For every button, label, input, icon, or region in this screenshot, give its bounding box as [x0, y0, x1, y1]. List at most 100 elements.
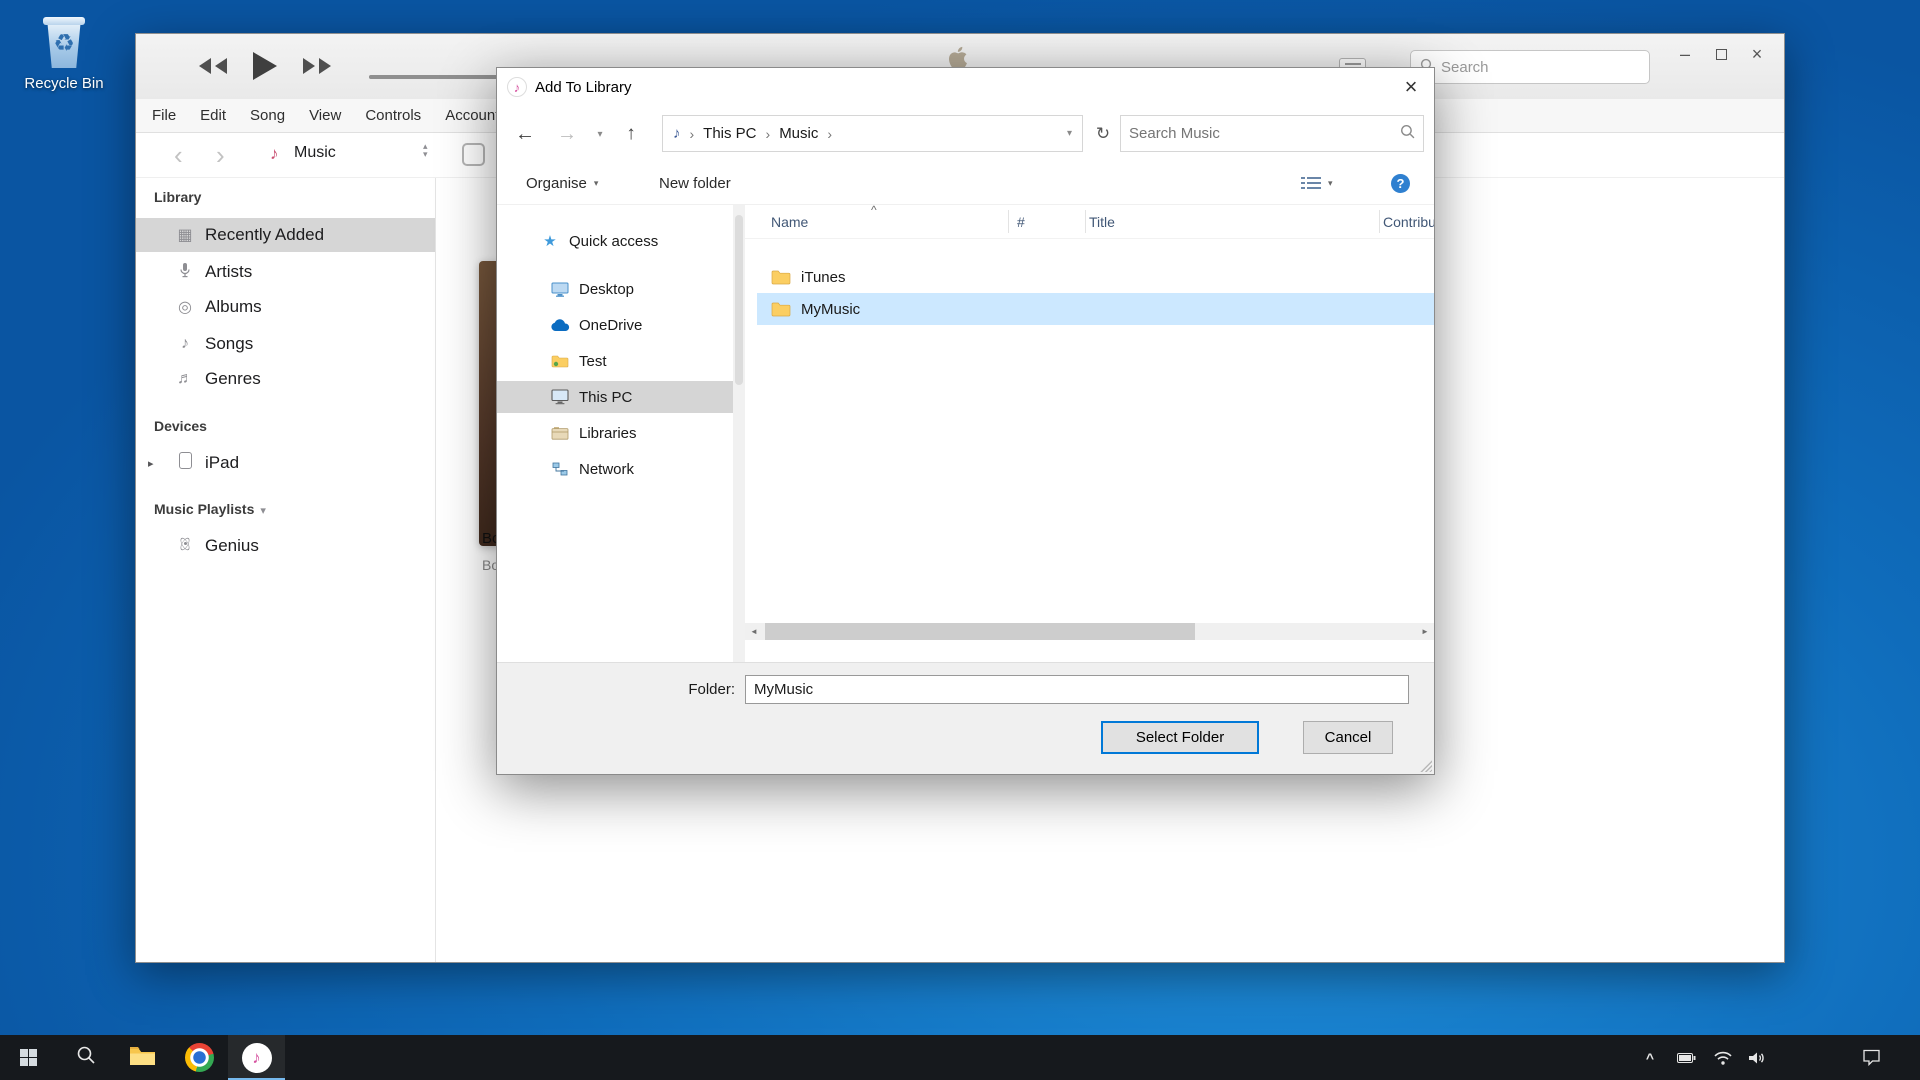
sidebar-item-albums[interactable]: ◎ Albums — [136, 290, 435, 324]
menu-file[interactable]: File — [140, 99, 188, 132]
help-icon: ? — [1391, 174, 1410, 193]
back-button[interactable]: ← — [511, 120, 539, 148]
file-list-header: ^ Name # Title Contributing artists — [745, 205, 1434, 239]
music-note-icon: ♪ — [174, 335, 196, 353]
taskbar-search-button[interactable] — [57, 1035, 114, 1080]
desktop-monitor-icon — [549, 282, 571, 297]
file-row-mymusic[interactable]: MyMusic — [757, 293, 1434, 325]
organise-menu-button[interactable]: Organise ▾ — [526, 161, 598, 205]
itunes-search-box[interactable] — [1410, 50, 1650, 84]
dialog-search-input[interactable] — [1129, 125, 1400, 142]
nav-item-this-pc[interactable]: This PC — [497, 381, 733, 413]
column-header-contributing-artists[interactable]: Contributing artists — [1383, 214, 1434, 230]
sidebar-item-recently-added[interactable]: ▦ Recently Added — [136, 218, 435, 252]
nav-item-onedrive[interactable]: OneDrive — [497, 309, 733, 341]
scroll-left-arrow[interactable]: ◄ — [745, 623, 763, 640]
sidebar-item-genius[interactable]: Genius — [136, 529, 435, 563]
address-dropdown-icon[interactable]: ▾ — [1067, 128, 1072, 139]
new-folder-button[interactable]: New folder — [659, 161, 731, 205]
horizontal-scrollbar[interactable]: ◄ ► — [745, 623, 1434, 640]
recent-locations-dropdown-icon[interactable]: ▾ — [591, 127, 609, 141]
dialog-body: ★ Quick access Desktop OneDrive Test — [497, 205, 1434, 662]
breadcrumb[interactable]: ♪ › This PC › Music › ▾ — [662, 115, 1083, 152]
back-nav-icon[interactable]: ‹ — [174, 136, 183, 174]
nav-item-network[interactable]: Network — [497, 453, 733, 485]
network-wifi-icon[interactable] — [1709, 1035, 1737, 1080]
nav-item-libraries[interactable]: Libraries — [497, 417, 733, 449]
forward-nav-icon[interactable]: › — [216, 136, 225, 174]
scrollbar-thumb[interactable] — [735, 215, 743, 385]
taskbar-file-explorer-button[interactable] — [114, 1035, 171, 1080]
fast-forward-button[interactable] — [302, 57, 332, 80]
column-header-title[interactable]: Title — [1089, 214, 1115, 230]
start-button[interactable] — [0, 1035, 57, 1080]
play-button[interactable] — [252, 51, 278, 86]
menu-controls[interactable]: Controls — [353, 99, 433, 132]
playback-controls — [198, 50, 332, 86]
media-kind-dropdown[interactable]: Music — [294, 144, 336, 162]
breadcrumb-music[interactable]: Music — [779, 125, 818, 142]
file-row-itunes[interactable]: iTunes — [757, 261, 1434, 293]
windows-logo-icon — [20, 1049, 37, 1066]
scroll-right-arrow[interactable]: ► — [1416, 623, 1434, 640]
search-icon[interactable] — [1400, 124, 1415, 143]
sidebar-item-artists[interactable]: Artists — [136, 255, 435, 289]
library-header: Library — [154, 189, 201, 205]
folder-icon — [771, 269, 791, 285]
sidebar-item-songs[interactable]: ♪ Songs — [136, 327, 435, 361]
itunes-sidebar: Library ▦ Recently Added Artists ◎ Album… — [136, 178, 436, 962]
breadcrumb-separator[interactable]: › — [827, 126, 832, 142]
dialog-search-box[interactable] — [1120, 115, 1424, 152]
itunes-search-input[interactable] — [1441, 59, 1640, 76]
nav-pane-scrollbar[interactable] — [733, 205, 745, 662]
record-icon: ◎ — [174, 297, 196, 317]
refresh-button[interactable]: ↻ — [1089, 122, 1117, 146]
sidebar-item-genres[interactable]: ♬ Genres — [136, 362, 435, 396]
recycle-bin-desktop-icon[interactable]: ♻ Recycle Bin — [16, 14, 112, 92]
battery-icon[interactable] — [1672, 1035, 1700, 1080]
menu-song[interactable]: Song — [238, 99, 297, 132]
nav-item-test[interactable]: Test — [497, 345, 733, 377]
forward-button[interactable]: → — [553, 120, 581, 148]
maximize-button[interactable] — [1706, 39, 1736, 69]
dropdown-carets-icon[interactable]: ▴ ▾ — [423, 142, 428, 158]
resize-grip[interactable] — [1419, 759, 1432, 772]
folder-icon — [771, 301, 791, 317]
sidebar-item-ipad[interactable]: ▸ iPad — [136, 446, 435, 480]
genius-atom-icon — [174, 536, 196, 557]
chevron-down-icon: ▾ — [260, 505, 266, 517]
help-button[interactable]: ? — [1391, 161, 1410, 205]
up-one-level-button[interactable]: ↑ — [617, 120, 645, 148]
column-header-name[interactable]: Name — [771, 214, 808, 230]
taskbar-chrome-button[interactable] — [171, 1035, 228, 1080]
column-header-number[interactable]: # — [1017, 214, 1025, 230]
minimize-button[interactable]: – — [1670, 39, 1700, 69]
chevron-down-icon: ▾ — [1328, 178, 1333, 189]
breadcrumb-this-pc[interactable]: This PC — [703, 125, 756, 142]
window-controls: – × — [1670, 39, 1772, 69]
menu-edit[interactable]: Edit — [188, 99, 238, 132]
nav-item-desktop[interactable]: Desktop — [497, 273, 733, 305]
music-playlists-header[interactable]: Music Playlists▾ — [154, 501, 266, 517]
breadcrumb-separator[interactable]: › — [766, 126, 771, 142]
cancel-button[interactable]: Cancel — [1303, 721, 1393, 754]
folder-name-input[interactable] — [745, 675, 1409, 704]
select-folder-button[interactable]: Select Folder — [1101, 721, 1259, 754]
nav-item-quick-access[interactable]: ★ Quick access — [497, 225, 733, 257]
menu-view[interactable]: View — [297, 99, 353, 132]
scrollbar-thumb[interactable] — [765, 623, 1195, 640]
close-button[interactable]: × — [1742, 39, 1772, 69]
dialog-titlebar[interactable]: ♪ Add To Library × — [497, 68, 1434, 106]
expander-icon[interactable]: ▸ — [148, 457, 154, 470]
add-to-library-dialog: ♪ Add To Library × ← → ▾ ↑ ♪ › This PC ›… — [496, 67, 1435, 775]
volume-speaker-icon[interactable] — [1743, 1035, 1771, 1080]
taskbar-itunes-button[interactable]: ♪ — [228, 1035, 285, 1080]
dialog-close-button[interactable]: × — [1388, 68, 1434, 106]
libraries-icon — [549, 426, 571, 440]
action-center-icon[interactable] — [1853, 1035, 1889, 1080]
onedrive-cloud-icon — [549, 319, 571, 332]
rewind-button[interactable] — [198, 57, 228, 80]
media-view-icon[interactable] — [462, 143, 485, 166]
change-view-button[interactable]: ▾ — [1301, 161, 1333, 205]
show-hidden-icons-button[interactable]: ^ — [1637, 1035, 1663, 1080]
